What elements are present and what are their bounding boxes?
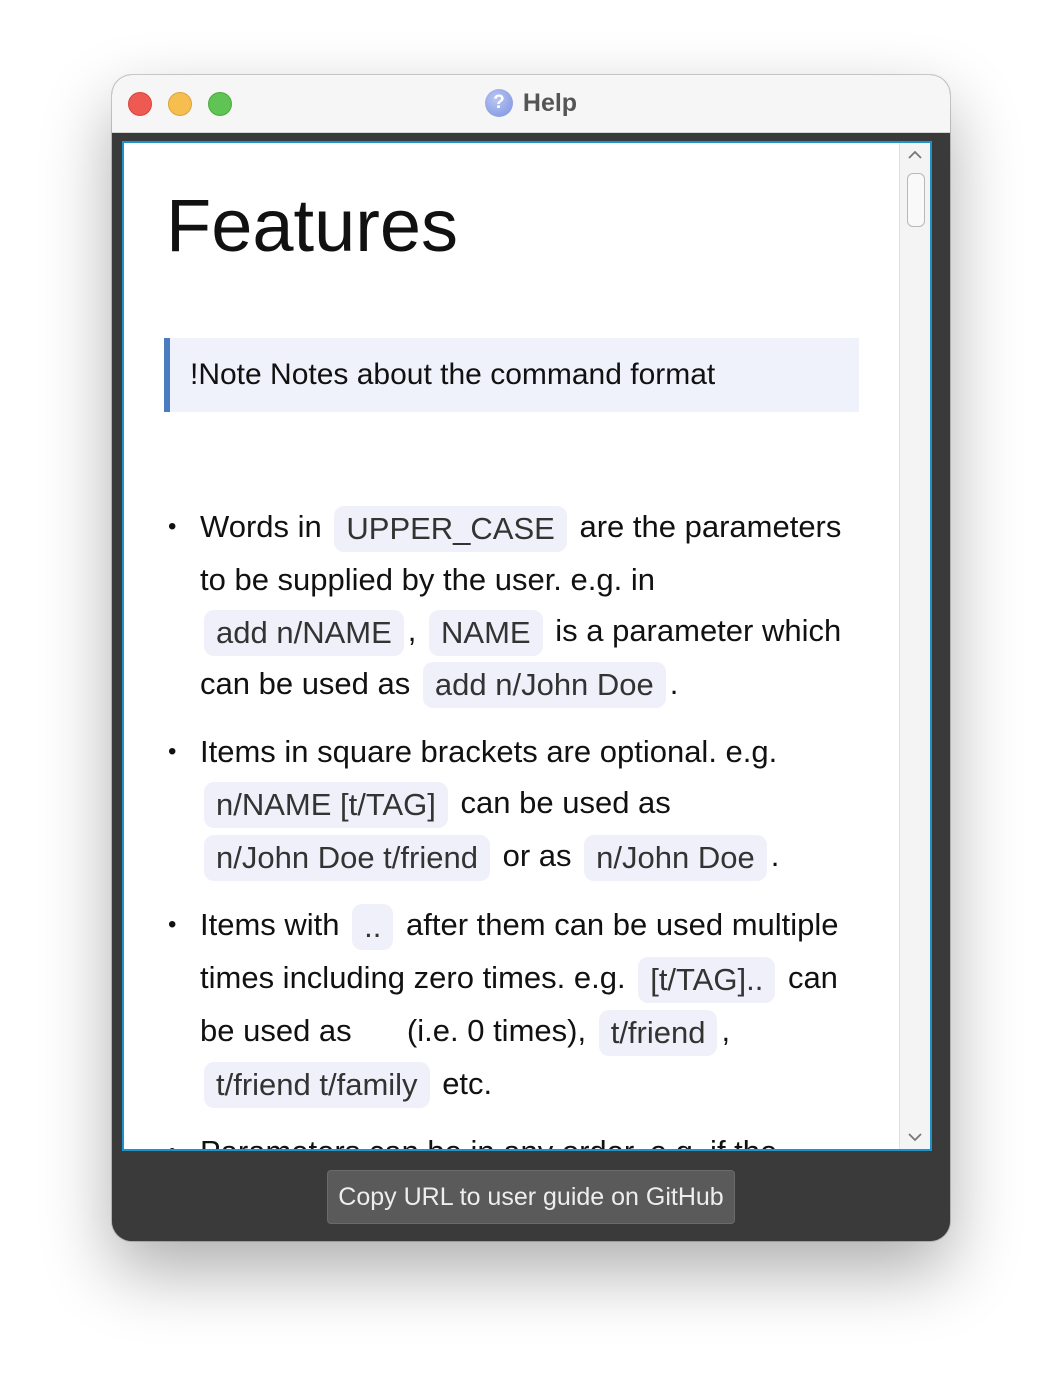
bullet-text: . <box>669 665 679 701</box>
inline-code: n/John Doe t/friend <box>204 835 490 882</box>
inline-code: t/friend <box>598 1009 718 1056</box>
window-title: ? Help <box>112 87 950 119</box>
inline-code: n/John Doe <box>584 835 767 882</box>
inline-code: NAME <box>429 609 543 656</box>
list-item: Words in UPPER_CASE are the parameters t… <box>164 501 864 710</box>
title-bar: ? Help <box>112 75 950 133</box>
window-title-text: Help <box>522 88 578 117</box>
bullet-text: Words in <box>200 509 322 544</box>
user-guide-view[interactable]: Features !Note Notes about the command f… <box>122 141 932 1151</box>
inline-code: n/NAME [t/TAG] <box>204 782 448 829</box>
bullet-text: , <box>721 1012 731 1048</box>
help-window: ? Help Features !Note Notes about the co… <box>112 75 950 1241</box>
list-item: Items in square brackets are optional. e… <box>164 726 864 883</box>
footer-bar: Copy URL to user guide on GitHub <box>112 1151 950 1241</box>
scroll-down-arrow-icon[interactable] <box>900 1125 930 1149</box>
bullet-text: , <box>407 612 417 648</box>
inline-code: add n/John Doe <box>422 662 666 709</box>
bullet-text: (i.e. 0 times), <box>406 1012 587 1048</box>
inline-code: [t/TAG].. <box>638 956 776 1003</box>
inline-code: add n/NAME <box>204 609 404 656</box>
bullet-text: Items with <box>200 907 340 943</box>
command-format-list: Words in UPPER_CASE are the parameters t… <box>164 501 864 1149</box>
list-item: Items with .. after them can be used mul… <box>164 899 864 1110</box>
bullet-text: Items in square brackets are optional. e… <box>200 734 778 770</box>
help-icon: ? <box>484 89 513 117</box>
inline-code: .. <box>352 903 394 950</box>
user-guide-document: Features !Note Notes about the command f… <box>124 143 900 1149</box>
vertical-scrollbar[interactable] <box>899 143 930 1149</box>
bullet-text: or as <box>502 838 572 874</box>
inline-code: t/friend t/family <box>204 1062 430 1109</box>
copy-url-button[interactable]: Copy URL to user guide on GitHub <box>327 1170 735 1224</box>
bullet-text: etc. <box>442 1065 493 1101</box>
features-heading: Features <box>166 184 459 267</box>
bullet-text: Parameters can be in any order. e.g. if … <box>200 1134 777 1149</box>
note-text: !Note Notes about the command format <box>190 358 716 391</box>
inline-code: UPPER_CASE <box>334 505 567 552</box>
scrollbar-thumb[interactable] <box>907 173 925 227</box>
note-callout: !Note Notes about the command format <box>164 338 859 412</box>
scroll-up-arrow-icon[interactable] <box>900 143 930 167</box>
bullet-text: can be used as <box>460 785 671 821</box>
list-item: Parameters can be in any order. e.g. if … <box>164 1126 864 1149</box>
bullet-text: . <box>770 838 780 874</box>
